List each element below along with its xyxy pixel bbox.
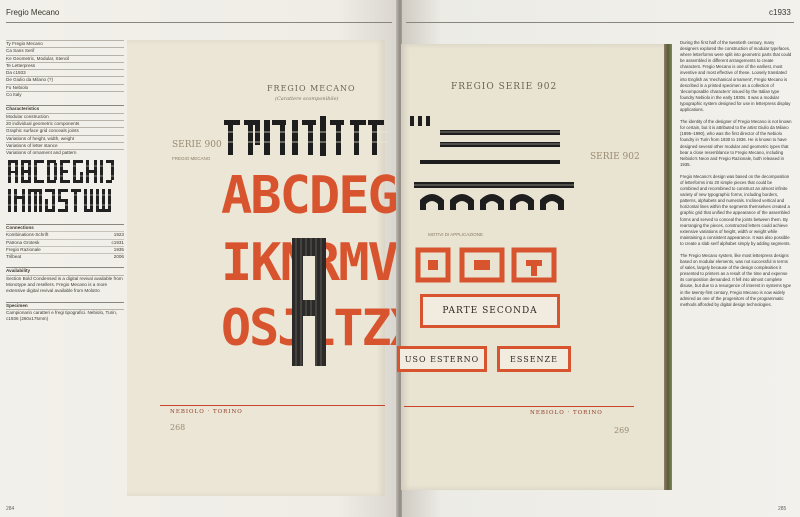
characteristic-item: Variations of ornament and pattern: [6, 149, 124, 156]
dark-letter-overlay: [292, 238, 326, 366]
characteristic-item: Modular construction: [6, 112, 124, 120]
connection-name: Trilbeat: [6, 254, 22, 260]
serie-label-right: SERIE: [590, 152, 620, 162]
uso-esterno-label: USO ESTERNO: [404, 354, 480, 364]
meta-row: Da c1933: [6, 69, 124, 76]
alphabet-sample: [8, 160, 116, 212]
side-label-left: FREGIO MECANO: [172, 156, 211, 161]
specimen-rule-right: [404, 406, 634, 407]
essenze-box: ESSENZE: [497, 346, 571, 372]
running-head-right: c1933: [769, 8, 791, 17]
characteristic-item: Variations of height, width, weight: [6, 134, 124, 142]
body-paragraph: The identity of the designer of Fregio M…: [680, 119, 792, 167]
serie-label-left: SERIE: [172, 140, 202, 150]
page-number-right: 285: [778, 506, 787, 512]
specimen-scan-edge: [664, 44, 672, 490]
characteristics-title: Characteristics: [6, 105, 124, 112]
parte-seconda-label: PARTE SECONDA: [442, 306, 538, 316]
stencil-strip-top: [222, 116, 388, 156]
connection-row: Patrona Grotesk c1931: [6, 238, 124, 246]
connection-name: Kombinations-Schrift: [6, 232, 49, 238]
availability-title: Availability: [6, 267, 124, 274]
serie-value-right: 902: [622, 152, 640, 162]
meta-row: De Giulio da Milano (?): [6, 76, 124, 83]
specimen-title-left: FREGIO MECANO: [267, 84, 356, 93]
specimen-page-left: 268: [170, 423, 186, 432]
connections-panel: Connections Kombinations-Schrift 1923 Patr…: [6, 224, 124, 323]
characteristic-item: 20 individual geometric components: [6, 119, 124, 127]
connection-row: Trilbeat 2006: [6, 253, 124, 260]
characteristic-item: Graphic surface grid conceals joints: [6, 127, 124, 134]
meta-row: Ca Sans Serif: [6, 47, 124, 54]
header-rule-right: [406, 22, 794, 23]
meta-row: Co Italy: [6, 91, 124, 98]
specimen-title-right: FREGIO SERIE 902: [451, 82, 558, 92]
characteristic-item: Variations of letter stance: [6, 141, 124, 149]
connection-year: 1935: [113, 246, 124, 252]
orange-ornament-blocks: [415, 247, 557, 283]
specimen-text: Campionario caratteri e fregi tipografic…: [6, 308, 124, 323]
specimen-page-right: 269: [614, 426, 630, 435]
meta-row: Ty Fregio Mecano: [6, 40, 124, 47]
running-head-left: Fregio Mecano: [6, 8, 60, 17]
ornament-samples: [410, 116, 574, 210]
motivi-label: MOTIVI DI APPLICAZIONE: [428, 232, 484, 237]
specimen-footer-right: NEBIOLO · TORINO: [530, 410, 603, 416]
characteristics-list: Modular construction 20 individual geomet…: [6, 112, 124, 157]
connection-name: Patrona Grotesk: [6, 239, 40, 245]
meta-row: Fo Nebiolo: [6, 83, 124, 91]
connection-row: Kombinations-Schrift 1923: [6, 231, 124, 238]
connection-year: c1931: [111, 239, 124, 245]
body-paragraph: During the first half of the twentieth c…: [680, 40, 792, 113]
meta-rows: Ty Fregio Mecano Ca Sans Serif Ke Geometri…: [6, 40, 124, 98]
serie-number-left: SERIE 900: [172, 140, 222, 150]
specimen-subtitle-left: (Carattere scomponibile): [275, 96, 339, 102]
connections-title: Connections: [6, 224, 124, 231]
parte-seconda-box: PARTE SECONDA: [420, 294, 560, 328]
connection-year: 1923: [113, 232, 124, 238]
specimen-rule-left: [160, 405, 385, 406]
header-rule-left: [6, 22, 392, 23]
specimen-footer-left: NEBIOLO · TORINO: [170, 409, 243, 415]
connection-year: 2006: [113, 254, 124, 260]
body-paragraph: The Fregio Mecano system, like most lett…: [680, 253, 792, 307]
serie-value-left: 900: [204, 140, 222, 150]
page-number-left: 284: [6, 506, 15, 512]
specimen-title: Specimen: [6, 301, 124, 309]
book-spread: Fregio Mecano Ty Fregio Mecano Ca Sans Se…: [0, 0, 800, 517]
body-paragraph: Fregio Mecano's design was based on the …: [680, 173, 791, 246]
availability-text: Section Bold Condensed is a digital revi…: [6, 274, 124, 294]
meta-row: Ke Geometric, Modular, Stencil: [6, 54, 124, 62]
body-text: During the first half of the twentieth c…: [680, 40, 792, 314]
specimen-row-1: ABCDEG: [221, 166, 399, 226]
serie-number-right: SERIE 902: [590, 152, 640, 162]
meta-row: Te Letterpress: [6, 61, 124, 69]
uso-esterno-box: USO ESTERNO: [397, 346, 487, 372]
essenze-label: ESSENZE: [510, 354, 558, 364]
connections-list: Kombinations-Schrift 1923 Patrona Grotesk c…: [6, 231, 124, 260]
connection-name: Fregio Razionale: [6, 246, 41, 252]
metadata-panel: Ty Fregio Mecano Ca Sans Serif Ke Geometri…: [6, 40, 124, 156]
connection-row: Fregio Razionale 1935: [6, 245, 124, 253]
